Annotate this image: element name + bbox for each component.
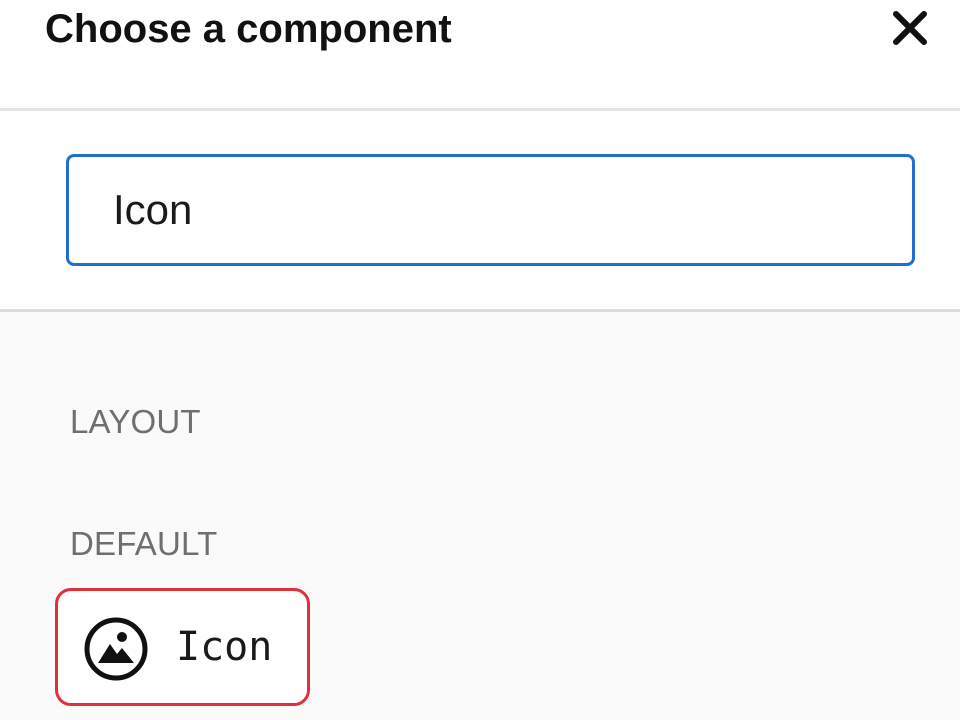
component-item-label: Icon xyxy=(176,624,273,670)
group-label-default: DEFAULT xyxy=(70,525,218,562)
close-icon xyxy=(893,11,927,45)
component-item-icon[interactable]: Icon xyxy=(55,588,310,706)
image-icon xyxy=(84,617,148,681)
search-section xyxy=(0,111,960,312)
group-label-layout: LAYOUT xyxy=(70,403,201,440)
dialog-header: Choose a component xyxy=(0,0,960,111)
dialog-title: Choose a component xyxy=(45,7,452,51)
search-input[interactable] xyxy=(66,154,915,266)
component-results: LAYOUT DEFAULT Icon xyxy=(0,312,960,720)
component-picker-dialog: Choose a component LAYOUT DEFAULT Icon xyxy=(0,0,960,720)
close-button[interactable] xyxy=(888,8,932,48)
